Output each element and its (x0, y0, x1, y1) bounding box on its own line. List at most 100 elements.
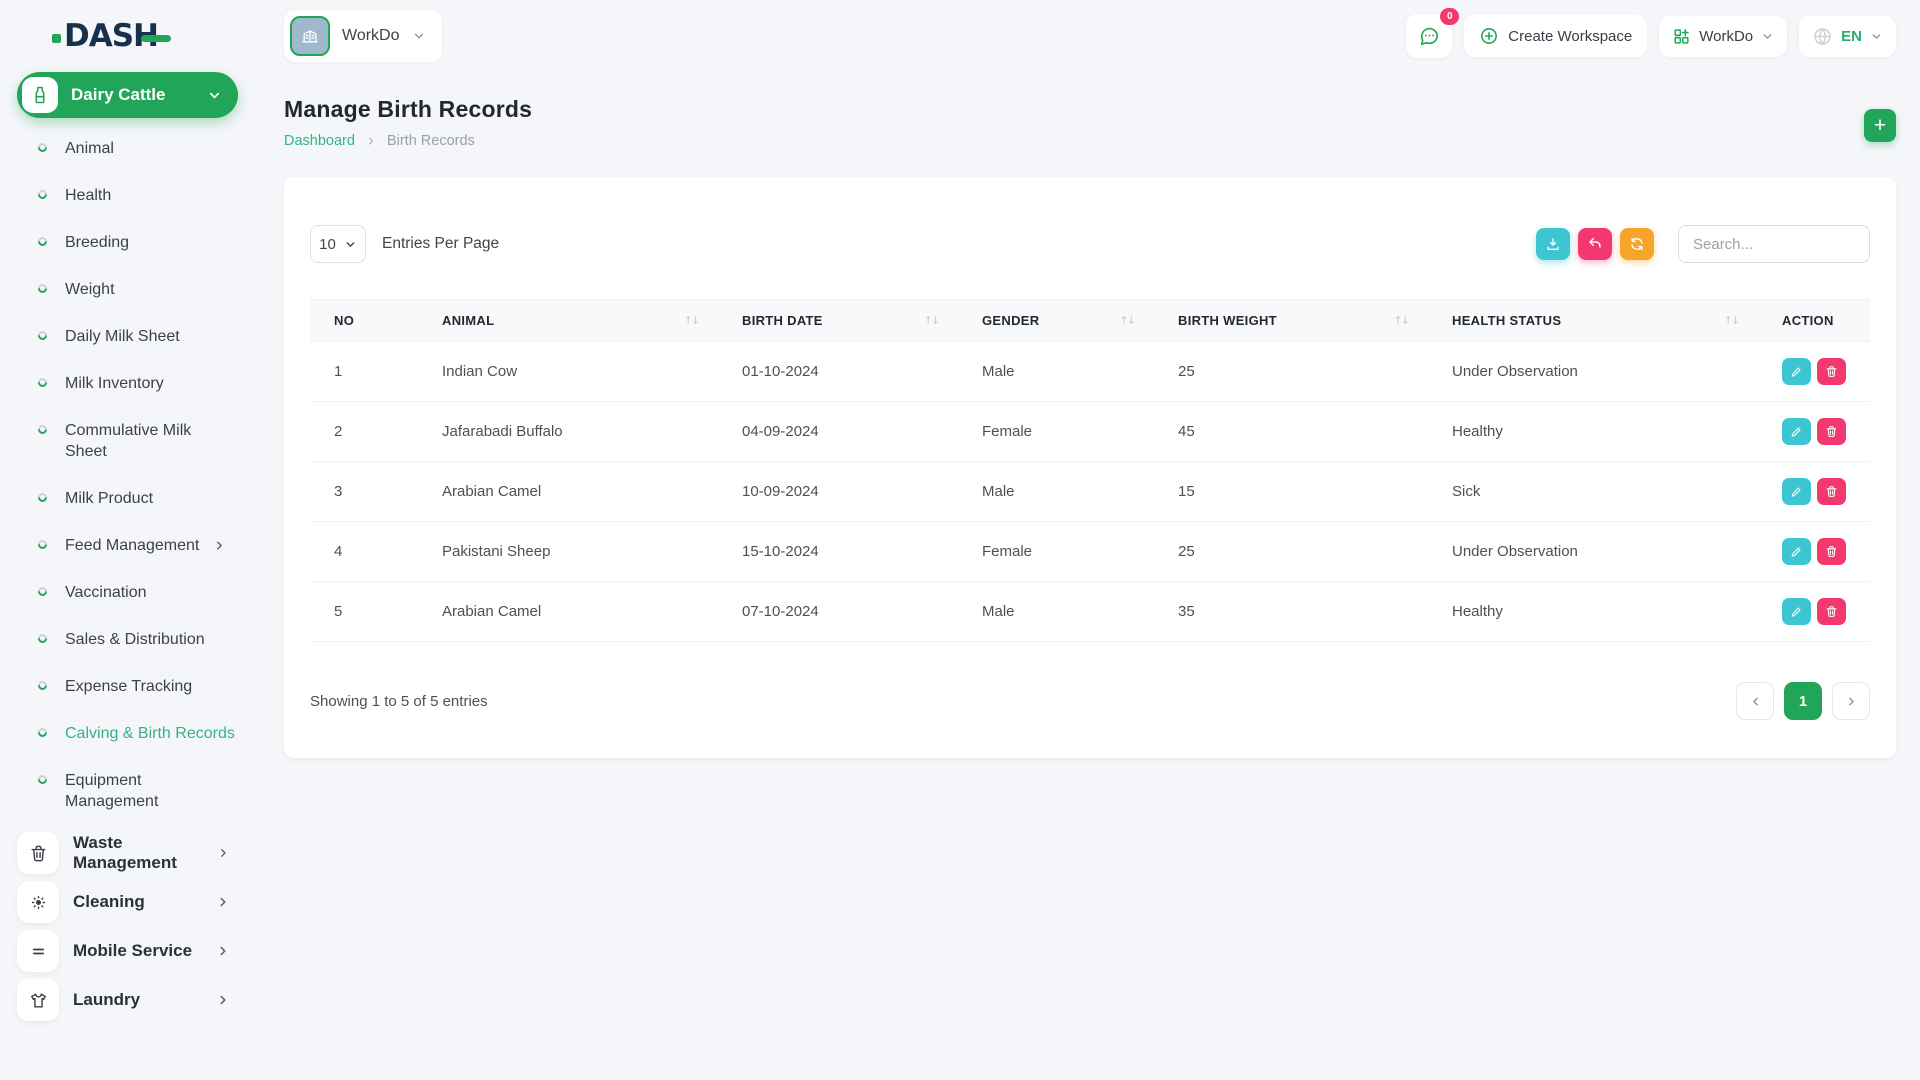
edit-button[interactable] (1782, 598, 1811, 625)
delete-button[interactable] (1817, 478, 1846, 505)
delete-button[interactable] (1817, 358, 1846, 385)
column-header-gender[interactable]: GENDER ↑↓ (962, 299, 1158, 342)
sidebar-section-dairy-cattle[interactable]: Dairy Cattle (17, 72, 238, 118)
logo-dot (52, 33, 61, 43)
create-workspace-button[interactable]: Create Workspace (1464, 15, 1648, 57)
cell-birth-weight: 45 (1158, 401, 1432, 462)
delete-button[interactable] (1817, 538, 1846, 565)
column-header-birth-date[interactable]: BIRTH DATE ↑↓ (722, 299, 962, 342)
delete-icon (1826, 486, 1837, 497)
module-waste-management[interactable]: Waste Management (0, 832, 260, 874)
cell-no: 2 (310, 401, 422, 462)
sidebar-item-label: Vaccination (65, 584, 147, 601)
chevron-right-icon (220, 946, 226, 956)
sidebar-item-animal[interactable]: Animal (36, 125, 260, 172)
search-input[interactable] (1678, 225, 1870, 263)
add-record-button[interactable]: + (1864, 109, 1896, 142)
sidebar-item-vaccination[interactable]: Vaccination (36, 569, 260, 616)
milk-bottle-icon (22, 77, 58, 113)
delete-icon (1826, 546, 1837, 557)
cell-animal: Arabian Camel (422, 461, 722, 522)
pagination: 1 (1736, 682, 1870, 720)
edit-icon (1791, 547, 1801, 557)
sidebar-item-breeding[interactable]: Breeding (36, 219, 260, 266)
cell-health-status: Healthy (1432, 401, 1762, 462)
pagination-next-button[interactable] (1832, 682, 1870, 720)
sidebar-item-commulative-milk-sheet[interactable]: Commulative Milk Sheet (36, 407, 260, 475)
sidebar-item-label: Feed Management (65, 537, 200, 554)
edit-button[interactable] (1782, 418, 1811, 445)
cell-no: 5 (310, 581, 422, 642)
apps-menu-button[interactable]: WorkDo (1659, 15, 1788, 57)
undo-button[interactable] (1578, 228, 1612, 260)
sidebar-item-equipment-management[interactable]: Equipment Management (36, 757, 260, 825)
sidebar-item-label: Milk Product (65, 490, 154, 507)
cell-animal: Indian Cow (422, 341, 722, 402)
sidebar-item-feed-management[interactable]: Feed Management (36, 522, 260, 569)
pagination-page-1-button[interactable]: 1 (1784, 682, 1822, 720)
module-label: Cleaning (73, 892, 145, 911)
bullet-icon (36, 329, 49, 342)
module-cleaning[interactable]: Cleaning (0, 881, 260, 923)
chevron-down-icon (414, 33, 423, 39)
chevron-right-icon (1848, 697, 1854, 705)
download-icon (1547, 238, 1559, 251)
sidebar-item-daily-milk-sheet[interactable]: Daily Milk Sheet (36, 313, 260, 360)
export-download-button[interactable] (1536, 228, 1570, 260)
table-row: 2 Jafarabadi Buffalo 04-09-2024 Female 4… (310, 401, 1870, 462)
module-laundry[interactable]: Laundry (0, 979, 260, 1021)
column-header-action: ACTION (1762, 299, 1870, 342)
cell-birth-date: 07-10-2024 (722, 581, 962, 642)
module-mobile-service[interactable]: Mobile Service (0, 930, 260, 972)
logo-dash (141, 34, 171, 42)
column-header-no: NO (310, 299, 422, 342)
edit-button[interactable] (1782, 478, 1811, 505)
column-header-birth-weight[interactable]: BIRTH WEIGHT ↑↓ (1158, 299, 1432, 342)
cell-no: 3 (310, 461, 422, 522)
sidebar-item-calving-birth-records[interactable]: Calving & Birth Records (36, 710, 260, 757)
language-selector[interactable]: EN (1799, 15, 1896, 57)
column-header-health-status[interactable]: HEALTH STATUS ↑↓ (1432, 299, 1762, 342)
entries-per-page-value: 10 (319, 235, 336, 253)
cell-animal: Arabian Camel (422, 581, 722, 642)
refresh-button[interactable] (1620, 228, 1654, 260)
sidebar-item-label: Daily Milk Sheet (65, 328, 180, 345)
cell-birth-weight: 25 (1158, 521, 1432, 582)
page-head: Manage Birth Records Dashboard Birth Rec… (284, 96, 1896, 149)
table-row: 4 Pakistani Sheep 15-10-2024 Female 25 U… (310, 521, 1870, 582)
chevron-right-icon (365, 135, 377, 147)
column-label: BIRTH WEIGHT (1178, 313, 1277, 328)
bullet-icon (36, 491, 49, 504)
sidebar-item-sales-distribution[interactable]: Sales & Distribution (36, 616, 260, 663)
delete-button[interactable] (1817, 418, 1846, 445)
brand-logo[interactable]: DASH (0, 0, 260, 72)
edit-icon (1791, 487, 1801, 497)
messages-button[interactable]: 0 (1406, 8, 1460, 58)
pagination-prev-button[interactable] (1736, 682, 1774, 720)
cell-gender: Female (962, 521, 1158, 582)
breadcrumb-dashboard-link[interactable]: Dashboard (284, 133, 355, 149)
sidebar-item-milk-product[interactable]: Milk Product (36, 475, 260, 522)
bullet-icon (36, 376, 49, 389)
card-toolbar: 10 Entries Per Page (310, 225, 1870, 263)
language-code: EN (1841, 27, 1862, 45)
workspace-selector[interactable]: WorkDo (284, 10, 442, 62)
column-header-animal[interactable]: ANIMAL ↑↓ (422, 299, 722, 342)
entries-per-page-select[interactable]: 10 (310, 225, 366, 263)
sidebar-item-label: Calving & Birth Records (65, 725, 235, 742)
bullet-icon (36, 679, 49, 692)
topbar: WorkDo 0 Create Workspace WorkDo EN (260, 0, 1920, 72)
cell-birth-date: 15-10-2024 (722, 521, 962, 582)
sidebar-item-weight[interactable]: Weight (36, 266, 260, 313)
undo-icon (1589, 237, 1601, 248)
edit-button[interactable] (1782, 358, 1811, 385)
chevron-right-icon (220, 995, 226, 1005)
bullet-icon (36, 632, 49, 645)
edit-button[interactable] (1782, 538, 1811, 565)
sidebar-item-expense-tracking[interactable]: Expense Tracking (36, 663, 260, 710)
bullet-icon (36, 141, 49, 154)
delete-button[interactable] (1817, 598, 1846, 625)
sidebar-item-health[interactable]: Health (36, 172, 260, 219)
sidebar-item-milk-inventory[interactable]: Milk Inventory (36, 360, 260, 407)
module-label: Mobile Service (73, 941, 193, 960)
